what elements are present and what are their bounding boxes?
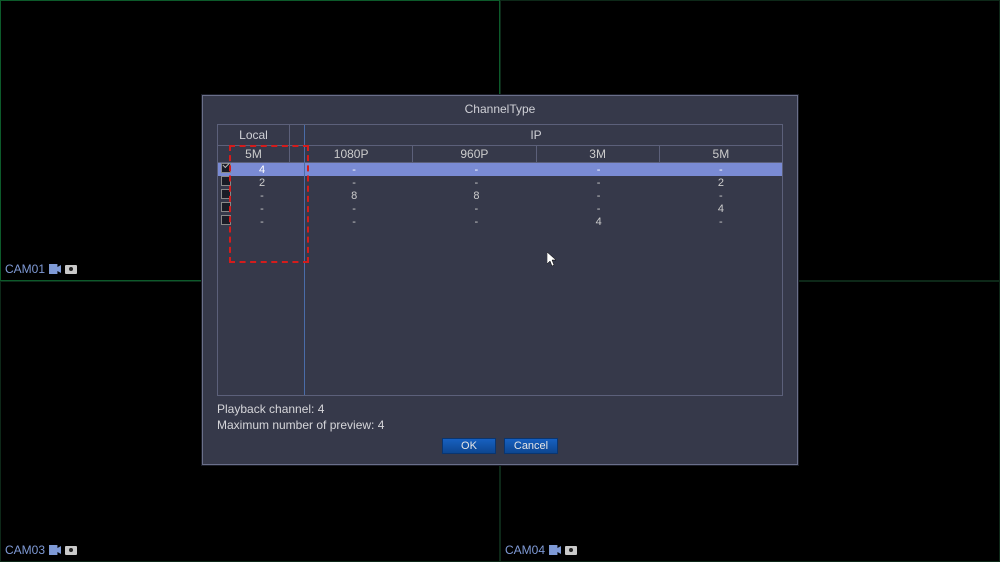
cell-local: - [231, 203, 293, 215]
table-row[interactable]: 4---- [218, 163, 782, 176]
table-row[interactable]: ---4- [218, 215, 782, 228]
cell-local: 4 [231, 164, 293, 176]
cell-ip-2: - [538, 190, 660, 202]
cell-ip-3: - [660, 190, 782, 202]
cell-ip-2: - [538, 203, 660, 215]
dialog-title: ChannelType [203, 96, 797, 120]
cell-ip-0: 8 [293, 190, 415, 202]
max-preview-info: Maximum number of preview: 4 [217, 418, 783, 432]
cam-label-3: CAM03 [5, 543, 77, 557]
row-checkbox[interactable] [218, 189, 231, 202]
playback-info: Playback channel: 4 [217, 402, 783, 416]
cell-ip-1: - [415, 177, 537, 189]
col-ip-1[interactable]: 960P [412, 146, 535, 162]
cam-label-1: CAM01 [5, 262, 77, 276]
camera-icon [65, 265, 77, 274]
channel-type-dialog: ChannelType Local 5M IP 1080P960P3M5M 4-… [202, 95, 798, 465]
cam-label-4: CAM04 [505, 543, 577, 557]
cell-ip-1: 8 [415, 190, 537, 202]
cell-ip-0: - [293, 216, 415, 228]
cell-ip-0: - [293, 203, 415, 215]
speaker-icon [49, 545, 61, 555]
cancel-button[interactable]: Cancel [504, 438, 558, 454]
col-local-5m[interactable]: 5M [218, 146, 289, 162]
cam-name-4: CAM04 [505, 543, 545, 557]
ok-button[interactable]: OK [442, 438, 496, 454]
ip-header: IP [290, 125, 782, 145]
dialog-buttons: OK Cancel [203, 438, 797, 454]
cell-local: 2 [231, 177, 293, 189]
cell-local: - [231, 216, 293, 228]
cell-ip-1: - [415, 216, 537, 228]
col-ip-2[interactable]: 3M [536, 146, 659, 162]
cell-ip-2: - [538, 164, 660, 176]
table-row[interactable]: ----4 [218, 202, 782, 215]
cam-name-3: CAM03 [5, 543, 45, 557]
cell-ip-1: - [415, 164, 537, 176]
cell-local: - [231, 190, 293, 202]
cell-ip-3: 2 [660, 177, 782, 189]
speaker-icon [549, 545, 561, 555]
cell-ip-2: - [538, 177, 660, 189]
col-ip-3[interactable]: 5M [659, 146, 782, 162]
table-row[interactable]: 2---2 [218, 176, 782, 189]
cell-ip-2: 4 [538, 216, 660, 228]
cell-ip-0: - [293, 164, 415, 176]
col-ip-0[interactable]: 1080P [290, 146, 412, 162]
channel-table: Local 5M IP 1080P960P3M5M 4----2---2-88-… [217, 124, 783, 396]
speaker-icon [49, 264, 61, 274]
row-checkbox[interactable] [218, 215, 231, 228]
row-checkbox[interactable] [218, 176, 231, 189]
row-checkbox[interactable] [218, 202, 231, 215]
cam-name-1: CAM01 [5, 262, 45, 276]
cell-ip-3: - [660, 216, 782, 228]
cell-ip-3: - [660, 164, 782, 176]
cell-ip-1: - [415, 203, 537, 215]
row-checkbox[interactable] [218, 163, 231, 176]
local-header: Local [218, 125, 289, 145]
cell-ip-0: - [293, 177, 415, 189]
table-body: 4----2---2-88------4---4- [218, 163, 782, 395]
table-header: Local 5M IP 1080P960P3M5M [218, 125, 782, 163]
table-row[interactable]: -88-- [218, 189, 782, 202]
cell-ip-3: 4 [660, 203, 782, 215]
camera-icon [65, 546, 77, 555]
camera-icon [565, 546, 577, 555]
